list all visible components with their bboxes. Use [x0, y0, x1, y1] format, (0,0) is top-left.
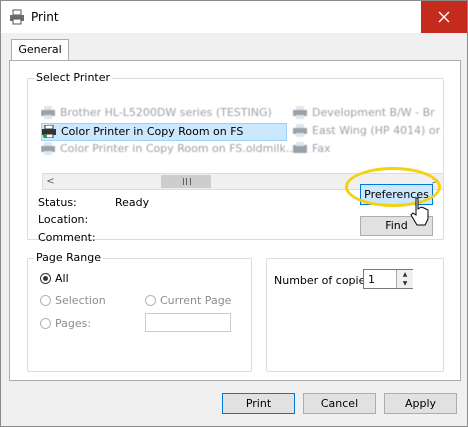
printer-item[interactable]: Brother HL-L5200DW series (TESTING) [41, 105, 291, 121]
cursor-icon [409, 197, 431, 230]
printer-icon [293, 124, 307, 137]
tab-general[interactable]: General [11, 39, 69, 62]
printer-icon [42, 124, 56, 139]
pages-label: Pages: [55, 317, 92, 330]
printer-icon [293, 106, 307, 119]
current-page-radio[interactable] [145, 295, 156, 306]
status-value: Ready [115, 196, 150, 209]
pages-input[interactable] [145, 313, 231, 332]
printer-item[interactable]: Color Printer in Copy Room on FS.oldmilk… [41, 141, 296, 157]
cancel-button[interactable]: Cancel [303, 393, 376, 414]
current-page-label: Current Page [160, 294, 232, 307]
spin-up-icon[interactable]: ▲ [396, 270, 413, 279]
tab-strip: General [9, 39, 459, 62]
grip-icon [183, 178, 191, 185]
copies-value: 1 [368, 273, 375, 286]
printer-icon [41, 142, 55, 155]
window-title: Print [31, 10, 59, 24]
selection-radio[interactable] [40, 295, 51, 306]
location-label: Location: [38, 213, 89, 226]
printer-item[interactable]: Development B/W - Br [293, 105, 441, 121]
copies-label: Number of copies: [274, 274, 375, 287]
comment-label: Comment: [38, 231, 96, 244]
copies-stepper[interactable]: 1 ▲ ▼ [363, 269, 413, 289]
scroll-left-icon[interactable]: < [43, 174, 58, 189]
printer-icon [41, 106, 55, 119]
title-bar: Print [1, 1, 467, 33]
close-button[interactable] [421, 1, 467, 33]
all-label: All [55, 272, 69, 285]
select-printer-label: Select Printer [34, 71, 113, 84]
tab-panel-general: Select Printer Brother HL-L5200DW series… [9, 60, 461, 381]
pages-radio[interactable] [40, 318, 51, 329]
printer-list[interactable]: Brother HL-L5200DW series (TESTING) Deve… [41, 105, 441, 165]
spin-down-icon[interactable]: ▼ [396, 279, 413, 288]
apply-button[interactable]: Apply [384, 393, 457, 414]
status-label: Status: [38, 196, 77, 209]
selection-label: Selection [55, 294, 106, 307]
printer-item[interactable]: Fax [293, 141, 441, 157]
print-dialog: Print General Select Printer Brother HL-… [0, 0, 468, 427]
select-printer-group: Select Printer Brother HL-L5200DW series… [27, 71, 444, 244]
page-range-label: Page Range [34, 251, 103, 264]
page-range-group: Page Range All Selection Current Page Pa… [27, 251, 252, 372]
copies-group: Number of copies: [266, 258, 444, 372]
printer-item[interactable]: East Wing (HP 4014) or [293, 123, 441, 139]
printer-item-selected[interactable]: Color Printer in Copy Room on FS [41, 123, 287, 141]
all-radio[interactable] [40, 273, 51, 284]
fax-icon [293, 142, 307, 155]
printer-icon [9, 9, 25, 25]
close-icon [438, 11, 450, 23]
scrollbar-thumb[interactable] [161, 175, 211, 188]
print-button[interactable]: Print [222, 393, 295, 414]
